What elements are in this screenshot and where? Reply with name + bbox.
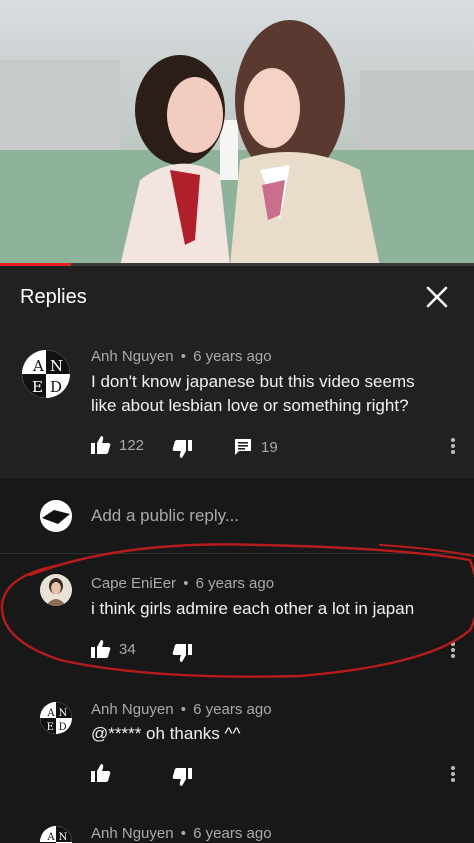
comment-meta: Anh Nguyen • 6 years ago [91,701,272,718]
comment-text: I don't know japanese but this video see… [91,372,415,415]
add-reply-input[interactable]: Add a public reply... [91,506,239,526]
avatar[interactable]: A N E D [40,702,72,734]
like-button[interactable] [91,764,111,782]
like-count: 34 [119,640,136,658]
reply-comment: Cape EniEer • 6 years ago i think girls … [0,560,474,680]
meta-separator: • [183,575,189,592]
svg-text:E: E [32,378,43,396]
more-options-icon[interactable] [450,436,456,458]
like-count: 122 [119,436,145,454]
dislike-button[interactable] [172,440,192,458]
more-options-icon[interactable] [450,640,456,662]
meta-separator: • [180,825,186,842]
more-options-icon[interactable] [450,764,456,786]
profile-photo-icon [40,574,72,606]
reply-count-button[interactable]: 19 [234,438,278,456]
user-avatar[interactable] [40,500,72,532]
thumb-down-icon [172,440,192,458]
avatar[interactable]: A N [40,826,72,843]
meta-separator: • [180,701,186,718]
reply-comment: A N E D Anh Nguyen • 6 years ago @***** … [0,686,474,806]
replies-title: Replies [20,286,87,308]
user-avatar-icon [40,500,72,532]
comment-author[interactable]: Anh Nguyen [91,348,174,365]
divider [0,553,474,554]
replies-header: Replies [0,266,474,329]
reply-comment: A N Anh Nguyen • 6 years ago [0,812,474,843]
thumb-down-icon [172,644,192,662]
video-frame [0,20,474,266]
thumb-up-icon [91,764,111,782]
svg-text:N: N [59,708,68,719]
comment-author[interactable]: Anh Nguyen [91,825,174,842]
svg-text:A: A [46,708,55,719]
dislike-button[interactable] [172,644,192,662]
svg-text:N: N [50,357,63,375]
reply-count: 19 [261,438,278,456]
comment-time: 6 years ago [193,701,272,718]
thumb-up-icon [91,436,111,454]
comment-time: 6 years ago [195,575,275,592]
thumb-down-icon [172,768,192,786]
comment-time: 6 years ago [193,348,272,365]
svg-text:A: A [32,357,44,375]
avatar[interactable]: A N E D [22,350,70,398]
thumb-up-icon [91,640,111,658]
avatar[interactable] [40,574,72,606]
comment-text: i think girls admire each other a lot in… [91,599,415,618]
svg-text:N: N [59,832,68,843]
comment-meta: Cape EniEer • 6 years ago [91,575,274,592]
like-button[interactable]: 122 [91,436,144,454]
meta-separator: • [180,348,186,365]
aned-logo-icon: A N E D [22,350,70,398]
svg-text:E: E [47,722,54,733]
svg-text:A: A [46,832,55,843]
aned-logo-icon: A N E D [40,702,72,734]
comment-time: 6 years ago [193,825,272,842]
comment-text: @***** oh thanks ^^ [91,724,241,743]
video-player[interactable] [0,0,474,266]
comment-meta: Anh Nguyen • 6 years ago [91,348,272,365]
like-button[interactable]: 34 [91,640,136,658]
comment-author[interactable]: Anh Nguyen [91,701,174,718]
svg-text:D: D [59,722,67,733]
dislike-button[interactable] [172,768,192,786]
comment-author[interactable]: Cape EniEer [91,575,176,592]
comment-meta: Anh Nguyen • 6 years ago [91,825,272,842]
top-comment: A N E D Anh Nguyen • 6 years ago I don't… [0,328,474,478]
close-icon[interactable] [422,282,452,312]
svg-text:D: D [50,378,62,396]
comment-icon [235,439,251,455]
aned-logo-icon: A N [40,826,72,843]
